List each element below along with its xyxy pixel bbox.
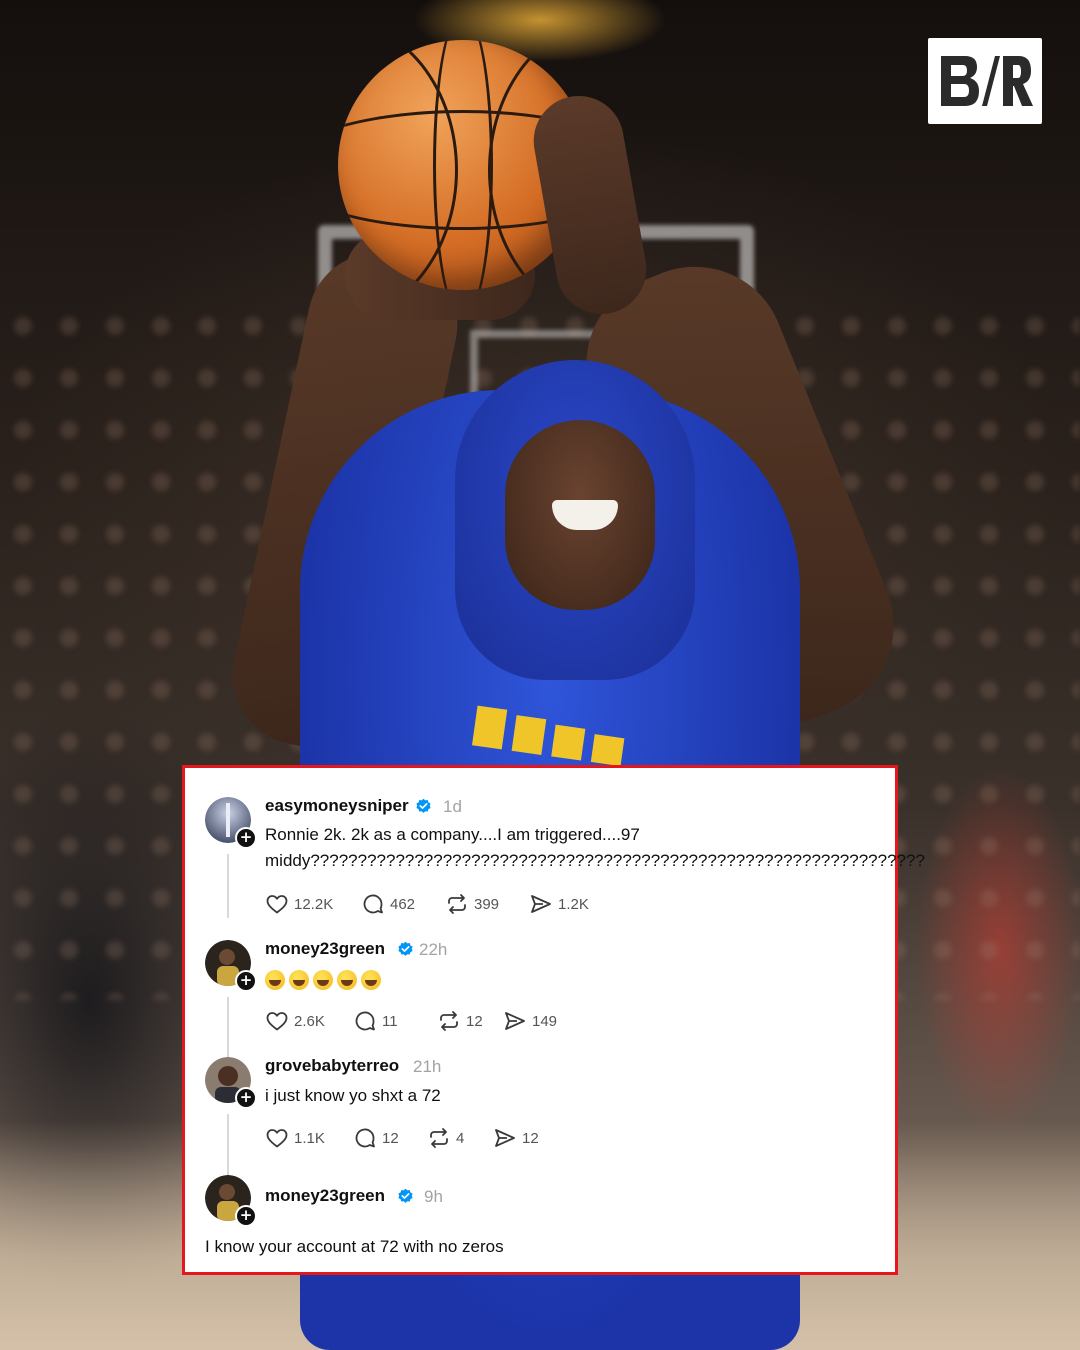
heart-icon: [266, 1129, 288, 1148]
heart-icon: [266, 1012, 288, 1031]
avatar[interactable]: +: [205, 797, 257, 849]
reply-count: 11: [382, 1012, 398, 1030]
share-icon: [531, 895, 551, 913]
post-time: 9h: [424, 1187, 443, 1206]
rolling-on-floor-laughing-emoji-icon: [313, 969, 333, 990]
heart-icon: [266, 895, 288, 914]
post-text: i just know yo shxt a 72: [265, 1086, 441, 1105]
share-button[interactable]: 149: [503, 1009, 557, 1033]
avatar[interactable]: +: [205, 940, 257, 992]
reply-icon: [355, 1011, 375, 1031]
share-count: 1.2K: [558, 895, 589, 913]
share-icon: [505, 1012, 525, 1030]
reply-count: 462: [390, 895, 416, 913]
like-button[interactable]: 1.1K: [265, 1126, 353, 1150]
username[interactable]: easymoneysniper: [265, 796, 409, 816]
reply-count: 12: [382, 1129, 399, 1147]
reply-icon: [355, 1128, 375, 1148]
repost-button[interactable]: 12: [437, 1009, 503, 1033]
repost-button[interactable]: 399: [445, 892, 529, 916]
username[interactable]: money23green: [265, 939, 385, 959]
post-text-line-2: middy???????????????????????????????????…: [265, 851, 925, 870]
share-count: 12: [522, 1129, 539, 1147]
reply-button[interactable]: 462: [361, 892, 445, 916]
follow-plus-icon[interactable]: +: [235, 1205, 257, 1227]
avatar[interactable]: +: [205, 1057, 257, 1109]
rolling-on-floor-laughing-emoji-icon: [361, 969, 381, 990]
reply-button[interactable]: 12: [353, 1126, 427, 1150]
post-text: I know your account at 72 with no zeros: [205, 1237, 504, 1256]
like-count: 1.1K: [294, 1129, 325, 1147]
post-time: 1d: [443, 797, 462, 816]
br-logo: [928, 38, 1042, 124]
br-logo-icon: [941, 56, 1033, 106]
thread-connector-line: [227, 1114, 229, 1178]
post-time: 21h: [413, 1057, 442, 1076]
like-count: 12.2K: [294, 895, 334, 913]
username[interactable]: grovebabyterreo: [265, 1056, 399, 1076]
follow-plus-icon[interactable]: +: [235, 1087, 257, 1109]
thread-connector-line: [227, 854, 229, 918]
post-text-line-1: Ronnie 2k. 2k as a company....I am trigg…: [265, 825, 640, 844]
repost-icon: [430, 1128, 448, 1148]
username[interactable]: money23green: [265, 1186, 385, 1206]
post-time: 22h: [419, 940, 448, 959]
avatar[interactable]: +: [205, 1175, 257, 1227]
post-actions: 12.2K 462 399 1.2K: [265, 892, 589, 916]
post-actions: 1.1K 12 4 12: [265, 1126, 539, 1150]
repost-count: 399: [474, 895, 500, 913]
post-emoji-row: [265, 966, 385, 992]
thread-connector-line: [227, 997, 229, 1061]
like-button[interactable]: 12.2K: [265, 892, 361, 916]
like-count: 2.6K: [294, 1012, 325, 1030]
share-count: 149: [532, 1012, 558, 1030]
follow-plus-icon[interactable]: +: [235, 827, 257, 849]
verified-badge-icon: [398, 1188, 413, 1203]
verified-badge-icon: [416, 798, 431, 813]
repost-button[interactable]: 4: [427, 1126, 493, 1150]
verified-badge-icon: [398, 941, 413, 956]
reply-icon: [363, 894, 383, 914]
repost-count: 4: [456, 1129, 465, 1147]
follow-plus-icon[interactable]: +: [235, 970, 257, 992]
share-button[interactable]: 12: [493, 1126, 539, 1150]
reply-button[interactable]: 11: [353, 1009, 437, 1033]
rolling-on-floor-laughing-emoji-icon: [337, 969, 357, 990]
repost-icon: [448, 894, 466, 914]
repost-count: 12: [466, 1012, 483, 1030]
like-button[interactable]: 2.6K: [265, 1009, 353, 1033]
repost-icon: [440, 1011, 458, 1031]
rolling-on-floor-laughing-emoji-icon: [265, 969, 285, 990]
share-icon: [495, 1129, 515, 1147]
share-button[interactable]: 1.2K: [529, 892, 589, 916]
post-actions: 2.6K 11 12 149: [265, 1009, 557, 1033]
rolling-on-floor-laughing-emoji-icon: [289, 969, 309, 990]
threads-card: + easymoneysniper 1d Ronnie 2k. 2k as a …: [182, 765, 925, 1275]
